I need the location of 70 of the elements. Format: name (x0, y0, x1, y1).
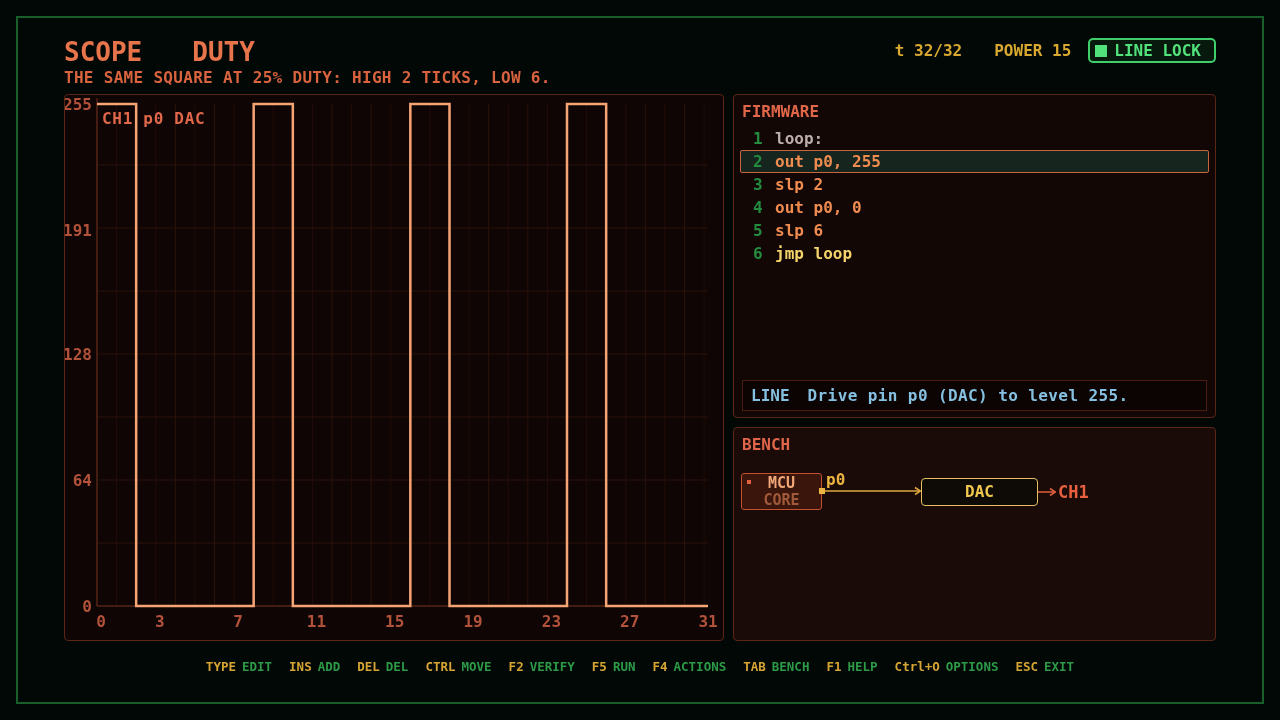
panel-title: BENCH (741, 434, 792, 455)
x-axis-label: 19 (463, 612, 483, 631)
line-number: 5 (753, 220, 764, 241)
y-axis-label: 128 (65, 345, 92, 364)
y-axis-label: 0 (82, 597, 92, 616)
code-line[interactable]: 5 slp 6 (740, 219, 1209, 242)
code-text: jmp loop (775, 243, 853, 264)
code-text: out p0, 0 (775, 197, 862, 218)
mode-title: SCOPE (64, 36, 143, 68)
line-info-text: Drive pin p0 (DAC) to level 255. (807, 385, 1129, 406)
y-axis-label: 64 (72, 471, 92, 490)
code-line[interactable]: 4 out p0, 0 (740, 196, 1209, 219)
output-arrow (1038, 487, 1056, 497)
code-text: loop: (775, 128, 824, 149)
lock-indicator-icon (1095, 44, 1108, 57)
pin-icon (819, 488, 825, 494)
x-axis-label: 27 (620, 612, 640, 631)
hint-action: EXIT (1044, 660, 1075, 674)
hint-key: ESC (1015, 660, 1039, 674)
x-axis-label: 23 (541, 612, 562, 631)
hint-key: CTRL (425, 660, 456, 674)
screen-subtitle: THE SAME SQUARE AT 25% DUTY: HIGH 2 TICKS, LOW 6. (64, 68, 551, 88)
hint-action: OPTIONS (945, 660, 999, 674)
y-axis-label: 191 (65, 221, 92, 240)
code-line[interactable]: 3 slp 2 (740, 173, 1209, 196)
panel-title: FIRMWARE (741, 101, 821, 122)
hint-action: VERIFY (529, 660, 575, 674)
line-number: 3 (753, 174, 764, 195)
line-number: 6 (753, 243, 764, 264)
tick-counter: t 32/32 (894, 40, 963, 61)
hint-key: INS (289, 660, 312, 674)
hint-action: ADD (317, 660, 341, 674)
hint-action: EDIT (241, 660, 273, 674)
node-label: MCU (767, 474, 796, 492)
x-axis-label: 31 (698, 612, 718, 631)
pin-label: p0 (826, 471, 846, 489)
hint-key: F4 (652, 660, 668, 674)
hint-action: DEL (385, 660, 409, 674)
code-text: slp 2 (775, 174, 824, 195)
hint-key: TYPE (205, 660, 236, 674)
hint-key: TAB (743, 660, 766, 674)
x-axis-label: 15 (385, 612, 405, 631)
node-label: DAC (965, 483, 994, 501)
line-number: 1 (753, 128, 764, 149)
x-axis-label: 0 (96, 612, 106, 631)
hint-action: ACTIONS (673, 660, 727, 674)
hint-action: RUN (612, 660, 636, 674)
hint-action: BENCH (771, 660, 810, 674)
hint-key: F1 (826, 660, 842, 674)
line-number: 2 (753, 151, 764, 172)
code-text: slp 6 (775, 220, 824, 241)
x-axis-label: 3 (154, 612, 165, 631)
hint-action: HELP (847, 660, 878, 674)
hint-key: F5 (591, 660, 607, 674)
hint-key: Ctrl+O (894, 660, 940, 674)
code-line[interactable]: 1 loop: (740, 127, 1209, 150)
hint-key: DEL (357, 660, 380, 674)
power-readout: POWER 15 (994, 40, 1072, 61)
output-label: CH1 (1058, 482, 1089, 502)
code-text: out p0, 255 (775, 151, 881, 172)
hint-key: F2 (508, 660, 524, 674)
hint-action: MOVE (461, 660, 492, 674)
screen-title: DUTY (192, 36, 255, 68)
line-number: 4 (753, 197, 764, 218)
x-axis-label: 7 (233, 612, 243, 631)
x-axis-label: 11 (306, 612, 327, 631)
line-lock-toggle[interactable]: LINE LOCK (1088, 38, 1216, 63)
line-info-label: LINE (751, 385, 790, 406)
node-sublabel: CORE (763, 491, 800, 509)
code-line[interactable]: 6 jmp loop (740, 242, 1209, 265)
